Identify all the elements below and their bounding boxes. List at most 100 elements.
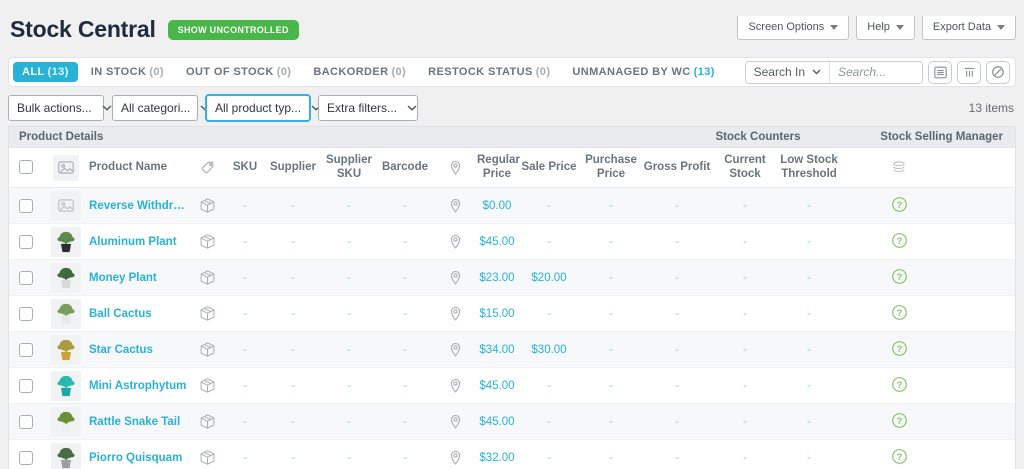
column-header-barcode[interactable]: Barcode xyxy=(377,161,433,174)
product-name-link[interactable]: Rattle Snake Tail xyxy=(89,416,189,428)
regular-price-value[interactable]: $0.00 xyxy=(477,200,517,212)
sale-price-value[interactable]: - xyxy=(517,200,581,212)
supplier-value[interactable]: - xyxy=(265,344,321,356)
barcode-value[interactable]: - xyxy=(377,200,433,212)
low-stock-threshold-value[interactable]: - xyxy=(777,236,841,248)
row-checkbox[interactable] xyxy=(19,271,33,285)
supplier-value[interactable]: - xyxy=(265,452,321,464)
column-header-gross-profit[interactable]: Gross Profit xyxy=(641,161,713,174)
low-stock-threshold-value[interactable]: - xyxy=(777,272,841,284)
column-header-supplier[interactable]: Supplier xyxy=(265,161,321,174)
tab-backorder[interactable]: BACKORDER(0) xyxy=(304,62,415,82)
regular-price-value[interactable]: $23.00 xyxy=(477,272,517,284)
sku-value[interactable]: - xyxy=(225,416,265,428)
supplier-sku-value[interactable]: - xyxy=(321,344,377,356)
sku-value[interactable]: - xyxy=(225,344,265,356)
question-circle-icon[interactable]: ? xyxy=(891,304,908,321)
row-checkbox[interactable] xyxy=(19,343,33,357)
barcode-value[interactable]: - xyxy=(377,308,433,320)
search-input[interactable] xyxy=(830,62,922,83)
row-checkbox[interactable] xyxy=(19,379,33,393)
product-thumbnail[interactable] xyxy=(51,227,81,257)
categories-select[interactable]: All categori... xyxy=(112,95,198,121)
product-thumbnail[interactable] xyxy=(51,335,81,365)
supplier-value[interactable]: - xyxy=(265,200,321,212)
sale-price-value[interactable]: - xyxy=(517,416,581,428)
product-name-link[interactable]: Reverse Withdrawal P... xyxy=(89,200,189,212)
product-thumbnail[interactable] xyxy=(51,191,81,221)
location-pin-icon[interactable] xyxy=(449,414,462,430)
purchase-price-value[interactable]: - xyxy=(581,308,641,320)
show-uncontrolled-button[interactable]: SHOW UNCONTROLLED xyxy=(168,20,299,40)
barcode-value[interactable]: - xyxy=(377,416,433,428)
barcode-value[interactable]: - xyxy=(377,380,433,392)
sale-price-value[interactable]: - xyxy=(517,308,581,320)
location-pin-icon[interactable] xyxy=(449,234,462,250)
question-circle-icon[interactable]: ? xyxy=(891,196,908,213)
location-pin-icon[interactable] xyxy=(449,450,462,466)
barcode-value[interactable]: - xyxy=(377,452,433,464)
supplier-value[interactable]: - xyxy=(265,236,321,248)
low-stock-threshold-value[interactable]: - xyxy=(777,200,841,212)
purchase-price-value[interactable]: - xyxy=(581,452,641,464)
sticky-columns-button[interactable] xyxy=(986,61,1010,84)
sku-value[interactable]: - xyxy=(225,272,265,284)
supplier-sku-value[interactable]: - xyxy=(321,272,377,284)
question-circle-icon[interactable]: ? xyxy=(891,376,908,393)
barcode-value[interactable]: - xyxy=(377,272,433,284)
sale-price-value[interactable]: - xyxy=(517,236,581,248)
column-header-product-type[interactable] xyxy=(189,160,225,175)
row-checkbox[interactable] xyxy=(19,415,33,429)
regular-price-value[interactable]: $45.00 xyxy=(477,380,517,392)
supplier-sku-value[interactable]: - xyxy=(321,236,377,248)
product-name-link[interactable]: Ball Cactus xyxy=(89,308,189,320)
purchase-price-value[interactable]: - xyxy=(581,200,641,212)
sale-price-value[interactable]: - xyxy=(517,452,581,464)
question-circle-icon[interactable]: ? xyxy=(891,232,908,249)
question-circle-icon[interactable]: ? xyxy=(891,268,908,285)
product-thumbnail[interactable] xyxy=(51,371,81,401)
regular-price-value[interactable]: $15.00 xyxy=(477,308,517,320)
column-header-product-name[interactable]: Product Name xyxy=(89,161,189,174)
tab-all[interactable]: ALL(13) xyxy=(13,62,78,82)
column-header-purchase-price[interactable]: Purchase Price xyxy=(581,154,641,180)
location-pin-icon[interactable] xyxy=(449,270,462,286)
product-name-link[interactable]: Money Plant xyxy=(89,272,189,284)
product-thumbnail[interactable] xyxy=(51,299,81,329)
tab-restock-status[interactable]: RESTOCK STATUS(0) xyxy=(419,62,559,82)
question-circle-icon[interactable]: ? xyxy=(891,412,908,429)
column-header-stock-selling-manager[interactable] xyxy=(841,160,957,174)
search-in-dropdown[interactable]: Search In xyxy=(746,62,830,83)
column-header-location[interactable] xyxy=(433,160,477,176)
column-groups-button[interactable] xyxy=(957,61,981,84)
location-pin-icon[interactable] xyxy=(449,342,462,358)
column-header-low-stock-threshold[interactable]: Low Stock Threshold xyxy=(777,154,841,180)
row-checkbox[interactable] xyxy=(19,451,33,465)
sku-value[interactable]: - xyxy=(225,380,265,392)
column-header-regular-price[interactable]: Regular Price xyxy=(477,154,517,180)
supplier-sku-value[interactable]: - xyxy=(321,452,377,464)
bulk-actions-select[interactable]: Bulk actions... xyxy=(8,95,104,121)
low-stock-threshold-value[interactable]: - xyxy=(777,452,841,464)
supplier-sku-value[interactable]: - xyxy=(321,200,377,212)
question-circle-icon[interactable]: ? xyxy=(891,340,908,357)
column-header-sku[interactable]: SKU xyxy=(225,161,265,174)
tab-out-of-stock[interactable]: OUT OF STOCK(0) xyxy=(177,62,300,82)
regular-price-value[interactable]: $45.00 xyxy=(477,416,517,428)
screen-options-button[interactable]: Screen Options xyxy=(737,16,849,40)
supplier-value[interactable]: - xyxy=(265,272,321,284)
location-pin-icon[interactable] xyxy=(449,378,462,394)
product-name-link[interactable]: Aluminum Plant xyxy=(89,236,189,248)
sku-value[interactable]: - xyxy=(225,236,265,248)
product-thumbnail[interactable] xyxy=(51,263,81,293)
sku-value[interactable]: - xyxy=(225,200,265,212)
product-name-link[interactable]: Mini Astrophytum xyxy=(89,380,189,392)
select-all-checkbox[interactable] xyxy=(19,160,33,174)
barcode-value[interactable]: - xyxy=(377,236,433,248)
barcode-value[interactable]: - xyxy=(377,344,433,356)
purchase-price-value[interactable]: - xyxy=(581,272,641,284)
list-view-button[interactable] xyxy=(928,61,952,84)
purchase-price-value[interactable]: - xyxy=(581,236,641,248)
help-button[interactable]: Help xyxy=(856,16,915,40)
low-stock-threshold-value[interactable]: - xyxy=(777,416,841,428)
